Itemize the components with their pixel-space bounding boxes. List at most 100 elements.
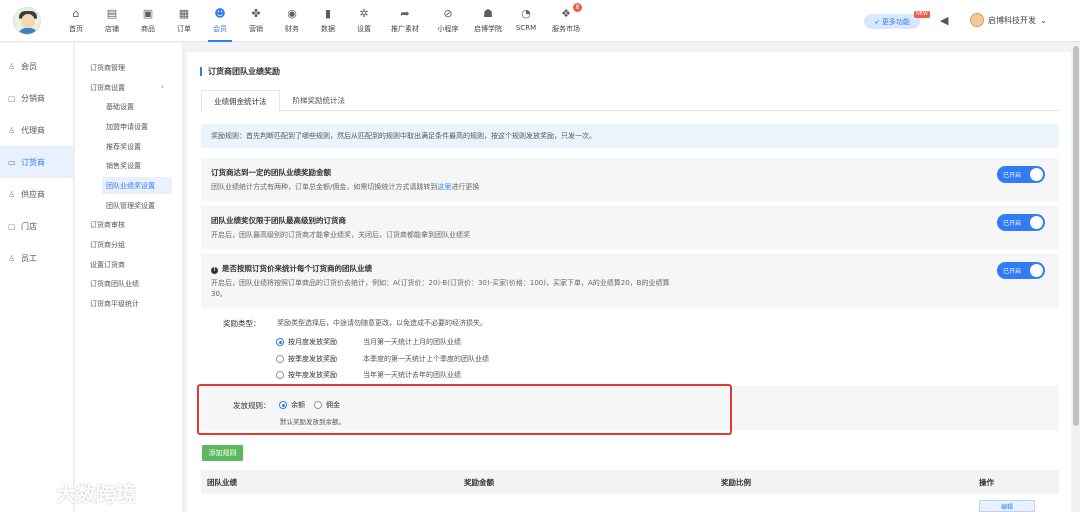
reward-type-option-2[interactable]: 按年度发放奖励 当年第一天统计去年的团队业绩	[276, 370, 461, 380]
sidebar-item-2[interactable]: ♙ 代理商	[0, 114, 73, 146]
primary-sidebar: ♙ 会员 ▢ 分销商 ♙ 代理商 ▭ 订货商 ♙ 供应商 ▢ 门店 ♙ 员工	[0, 43, 74, 512]
subnav-item-9[interactable]: 订货商分组	[75, 235, 182, 255]
sidebar-item-label: 门店	[21, 221, 37, 231]
secondary-sidebar: 订货商管理 订货商设置 › 基础设置 加盟申请设置 推荐奖设置 销售奖设置团队业绩奖设置团队…	[75, 43, 183, 512]
share-icon: ➦	[400, 7, 410, 20]
option-label: 按月度发放奖励	[288, 338, 337, 346]
nav-item-3[interactable]: ▦ 订单	[166, 0, 202, 42]
subnav-item-8[interactable]: 订货商审核	[75, 216, 182, 236]
subnav-item-10[interactable]: 设置订货商	[75, 255, 182, 275]
add-rule-button[interactable]: 添加规则	[202, 445, 243, 461]
market-icon: ❖	[561, 7, 571, 20]
nav-item-2[interactable]: ▣ 商品	[130, 0, 166, 42]
logo[interactable]	[13, 7, 41, 35]
scrollbar[interactable]	[1072, 43, 1080, 512]
reward-type-label: 奖励类型：	[223, 319, 261, 328]
subnav-item-11[interactable]: 订货商团队业绩	[75, 275, 182, 295]
data-icon: ▮	[324, 7, 332, 20]
subnav-item-0[interactable]: 订货商管理	[75, 58, 182, 78]
nav-item-10[interactable]: ⊘ 小程序	[428, 0, 468, 42]
nav-label: 启博学院	[474, 25, 502, 33]
subnav-item-3[interactable]: 加盟申请设置	[75, 117, 182, 137]
option-desc: 当月第一天统计上月的团队业绩	[363, 338, 461, 346]
avatar	[970, 13, 984, 27]
radio-button[interactable]	[276, 371, 284, 379]
nav-item-9[interactable]: ➦ 推广素材	[382, 0, 428, 42]
radio-button[interactable]	[276, 338, 284, 346]
marketing-icon: ✤	[251, 7, 261, 20]
subnav-item-label: 团队业绩奖设置	[106, 181, 155, 190]
nav-badge: 8	[573, 3, 582, 12]
reward-type-hint: 奖励类型选择后，中途请勿随意更改，以免造成不必要的经济损失。	[277, 319, 487, 327]
sidebar-icon: ▢	[8, 93, 16, 103]
sidebar-item-1[interactable]: ▢ 分销商	[0, 82, 73, 114]
col-reward-amount: 奖励金额	[464, 477, 494, 487]
nav-label: 订单	[177, 25, 191, 33]
sidebar-item-5[interactable]: ▢ 门店	[0, 210, 73, 242]
reward-type-option-0[interactable]: 按月度发放奖励 当月第一天统计上月的团队业绩	[276, 337, 461, 347]
nav-item-5[interactable]: ✤ 营销	[238, 0, 274, 42]
sidebar-item-6[interactable]: ♙ 员工	[0, 242, 73, 274]
goods-icon: ▣	[142, 7, 154, 20]
nav-label: 店铺	[105, 25, 119, 33]
nav-label: 服务市场	[552, 25, 580, 33]
nav-item-1[interactable]: ▤ 店铺	[94, 0, 130, 42]
user-menu[interactable]: 启博科技开发 ⌄	[970, 13, 1047, 27]
toggle-switch[interactable]: 已开启	[997, 214, 1045, 231]
nav-item-13[interactable]: ❖ 服务市场 8	[544, 0, 588, 42]
col-reward-ratio: 奖励比例	[721, 477, 751, 487]
toggle-switch[interactable]: 已开启	[997, 166, 1045, 183]
chevron-down-icon: ⌄	[1040, 15, 1047, 25]
reward-type-option-1[interactable]: 按季度发放奖励 本季度的第一天统计上个季度的团队业绩	[276, 354, 489, 364]
nav-item-6[interactable]: ◉ 财务	[274, 0, 310, 42]
sidebar-icon: ♙	[8, 125, 16, 135]
sidebar-item-label: 分销商	[21, 93, 45, 103]
col-action: 操作	[979, 477, 994, 487]
nav-label: 小程序	[437, 25, 459, 33]
nav-item-4[interactable]: ☻ 会员	[202, 0, 238, 42]
subnav-item-6[interactable]: 团队业绩奖设置	[75, 176, 182, 196]
scrollbar-thumb[interactable]	[1073, 46, 1079, 426]
card-title: ! 是否按照订货价来统计每个订货商的团队业绩	[211, 263, 1049, 274]
main-content: 订货商团队业绩奖励 业绩佣金统计法 阶梯奖励统计法 奖励规则：首先判断匹配到了哪…	[187, 52, 1071, 512]
watermark-logo-icon	[10, 482, 42, 506]
card-title: 订货商达到一定的团队业绩奖励金额	[211, 168, 331, 177]
card-desc: 开启后，团队业绩将按照订单商品的订货价去统计，例如：A(订货价：20)-B(订货…	[211, 279, 670, 298]
sidebar-item-label: 订货商	[21, 157, 45, 167]
sidebar-icon: ♙	[8, 189, 16, 199]
sidebar-item-4[interactable]: ♙ 供应商	[0, 178, 73, 210]
sidebar-item-3[interactable]: ▭ 订货商	[0, 146, 73, 178]
subnav-item-12[interactable]: 订货商平级统计	[75, 294, 182, 314]
switch-link[interactable]: 这里	[437, 183, 451, 191]
more-features-button[interactable]: ➶ 更多功能	[864, 14, 920, 29]
col-team-performance: 团队业绩	[207, 477, 237, 487]
subnav-item-1[interactable]: 订货商设置 ›	[75, 78, 182, 98]
main-nav: ⌂ 首页 ▤ 店铺 ▣ 商品 ▦ 订单 ☻ 会员 ✤ 营销 ◉ 财务 ▮ 数据 ✲ 设置 ➦ 推广素材 ⊘ 小程序 ☗ 启博学…	[58, 0, 588, 42]
radio-button[interactable]	[276, 354, 284, 363]
sidebar-item-0[interactable]: ♙ 会员	[0, 50, 73, 82]
edit-button[interactable]: 编辑	[979, 500, 1035, 512]
watermark: 大数跨境	[8, 478, 136, 507]
subnav-item-5[interactable]: 销售奖设置	[75, 156, 182, 176]
option-label: 按年度发放奖励	[288, 371, 337, 379]
card-desc: 团队业绩统计方式有两种，订单总金额/佣金，如需切换统计方式请跳转到这里进行更换	[211, 183, 480, 191]
nav-item-0[interactable]: ⌂ 首页	[58, 0, 94, 42]
subnav-item-7[interactable]: 团队管理奖设置	[75, 196, 182, 216]
subnav-item-4[interactable]: 推荐奖设置	[75, 137, 182, 157]
tab-ladder-stat[interactable]: 阶梯奖励统计法	[280, 89, 359, 111]
tabs: 业绩佣金统计法 阶梯奖励统计法	[201, 89, 1059, 112]
tab-commission-stat[interactable]: 业绩佣金统计法	[201, 90, 280, 112]
user-name: 启博科技开发	[988, 15, 1036, 25]
nav-item-12[interactable]: ◔ SCRM	[508, 0, 544, 42]
sidebar-icon: ♙	[8, 61, 16, 71]
nav-item-7[interactable]: ▮ 数据	[310, 0, 346, 42]
speaker-icon[interactable]: ◀	[940, 14, 948, 27]
nav-label: 营销	[249, 25, 263, 33]
nav-item-11[interactable]: ☗ 启博学院	[468, 0, 508, 42]
academy-icon: ☗	[483, 7, 493, 20]
nav-label: 财务	[285, 25, 299, 33]
subnav-item-label: 订货商平级统计	[90, 300, 139, 309]
subnav-item-2[interactable]: 基础设置	[75, 97, 182, 117]
nav-item-8[interactable]: ✲ 设置	[346, 0, 382, 42]
toggle-switch[interactable]: 已开启	[997, 262, 1045, 279]
